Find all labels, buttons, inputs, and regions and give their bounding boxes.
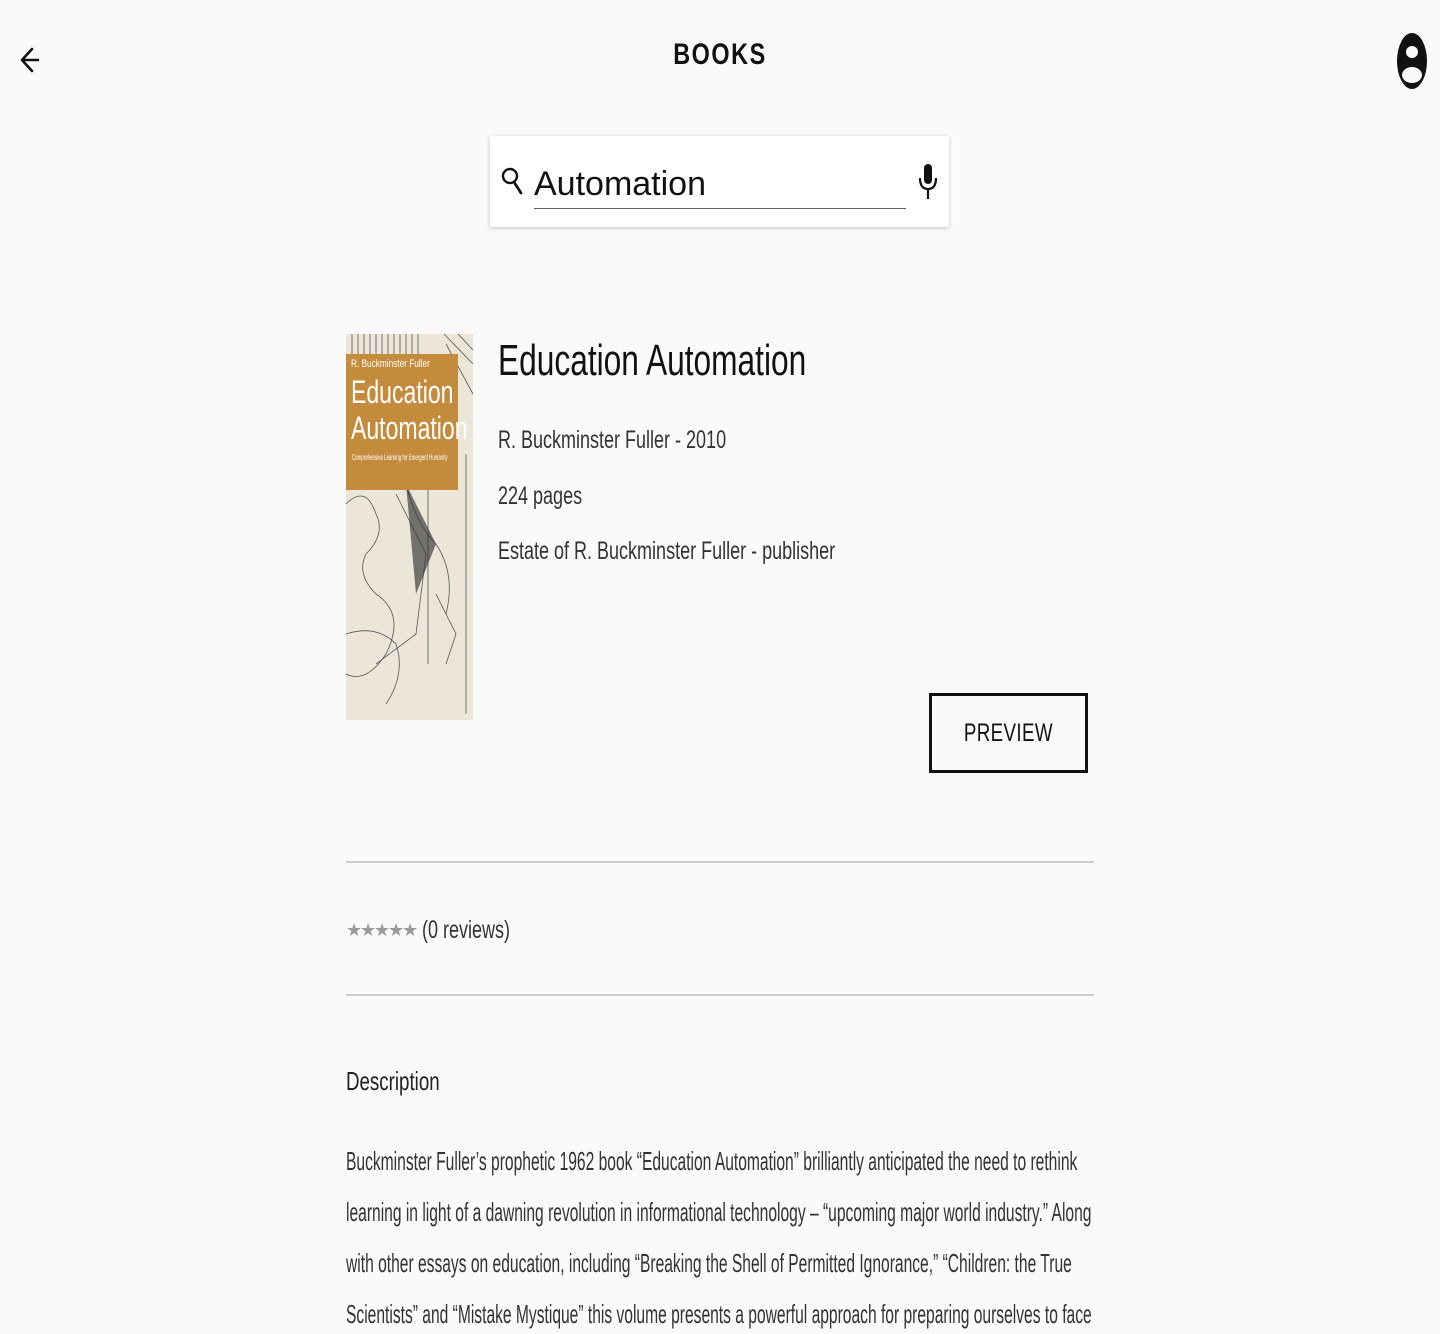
divider-top (346, 861, 1094, 863)
book-title: Education Automation (498, 336, 807, 385)
books-page: BOOKS Automation R. Buckminster Fuller E… (0, 0, 1440, 1334)
description-line: Buckminster Fuller’s prophetic 1962 book… (346, 1146, 1078, 1176)
reviews-count: (0 reviews) (422, 915, 511, 944)
star-icon: ★ (402, 920, 419, 940)
book-cover[interactable]: R. Buckminster Fuller Education Automati… (346, 334, 473, 720)
cover-title-line1: Education (351, 374, 454, 410)
star-icon: ★ (388, 920, 405, 940)
book-publisher: Estate of R. Buckminster Fuller - publis… (498, 537, 836, 565)
microphone-icon[interactable] (916, 162, 940, 202)
search-icon (501, 167, 523, 195)
book-author-year: R. Buckminster Fuller - 2010 (498, 426, 727, 454)
account-icon (1397, 33, 1427, 89)
cover-subtitle: Comprehensive Learning for Emergent Huma… (352, 453, 448, 462)
search-input[interactable] (534, 160, 906, 209)
description-line: Scientists” and “Mistake Mystique” this … (346, 1299, 1092, 1329)
preview-button[interactable]: PREVIEW (929, 693, 1088, 773)
star-icon: ★ (374, 920, 391, 940)
description-line: with other essays on education, includin… (346, 1248, 1072, 1278)
back-button[interactable] (14, 42, 44, 78)
star-icon: ★ (346, 920, 363, 940)
page-title: BOOKS (673, 38, 767, 71)
search-bar (490, 136, 949, 227)
description-heading: Description (346, 1066, 440, 1096)
cover-title-line2: Automation (351, 410, 468, 446)
preview-button-label: PREVIEW (963, 718, 1054, 747)
account-button[interactable] (1394, 30, 1430, 92)
divider-bottom (346, 994, 1094, 996)
cover-author: R. Buckminster Fuller (351, 358, 430, 370)
book-pages: 224 pages (498, 482, 583, 510)
description-line: learning in light of a dawning revolutio… (346, 1197, 1092, 1227)
rating-row: ★ ★ ★ ★ ★ (0 reviews) (346, 912, 544, 948)
star-icon: ★ (360, 920, 377, 940)
arrow-left-icon (20, 47, 40, 73)
